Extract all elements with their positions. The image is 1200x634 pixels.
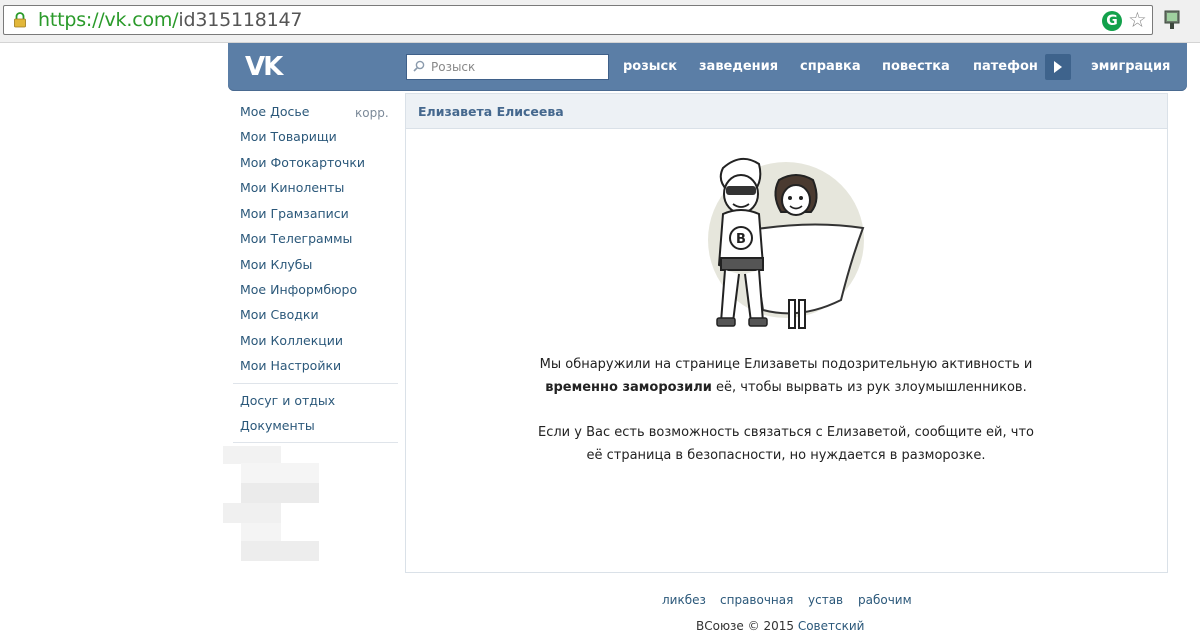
grammarly-extension-icon[interactable]: G	[1102, 11, 1122, 31]
frozen-message-bold: временно заморозили	[545, 379, 712, 395]
bookmark-star-icon[interactable]: ☆	[1128, 9, 1147, 31]
nav-link-music[interactable]: патефон	[973, 59, 1038, 75]
sidebar-item-feedback[interactable]: Мои Сводки	[240, 307, 319, 323]
nav-link-notice[interactable]: повестка	[882, 59, 950, 75]
language-link[interactable]: Советский	[798, 619, 865, 633]
sidebar-divider	[233, 383, 398, 384]
contact-message-line2: её страница в безопасности, но нуждается…	[586, 447, 986, 463]
sidebar-item-bookmarks[interactable]: Мои Коллекции	[240, 333, 343, 349]
nav-link-groups[interactable]: заведения	[699, 59, 778, 75]
sidebar-edit-link[interactable]: корр.	[355, 105, 389, 121]
frozen-message-text-end: её, чтобы вырвать из рук злоумышленников…	[711, 379, 1027, 395]
url-text[interactable]: https://vk.com/id315118147	[38, 9, 303, 31]
sidebar-item-news[interactable]: Мое Информбюро	[240, 282, 357, 298]
sidebar-item-documents[interactable]: Документы	[240, 418, 315, 434]
sidebar-item-profile[interactable]: Мое Досье	[240, 104, 309, 120]
frozen-message-text: Мы обнаружили на странице Елизаветы подо…	[539, 357, 1033, 372]
url-path: id315118147	[178, 9, 303, 31]
sidebar-item-messages[interactable]: Мои Телеграммы	[240, 231, 352, 247]
footer-link-jobs[interactable]: рабочим	[858, 592, 912, 608]
svg-text:B: B	[736, 232, 746, 247]
footer-link-terms[interactable]: устав	[808, 592, 843, 608]
sidebar-item-groups[interactable]: Мои Клубы	[240, 257, 312, 273]
nav-link-search[interactable]: розыск	[623, 59, 677, 75]
copyright-text: ВСоюзе © 2015	[696, 619, 794, 633]
main-panel: Елизавета Елисеева B Мы обнаружили на ст…	[405, 93, 1168, 573]
play-button[interactable]	[1045, 54, 1071, 80]
footer-link-help[interactable]: справочная	[720, 592, 793, 608]
sidebar-item-settings[interactable]: Мои Настройки	[240, 358, 341, 374]
lock-icon	[14, 12, 26, 28]
search-box[interactable]	[406, 54, 609, 80]
copyright: ВСоюзе © 2015 Советский	[696, 618, 864, 634]
frozen-message: Мы обнаружили на странице Елизаветы подо…	[506, 354, 1066, 399]
url-host: https://vk.com/	[38, 9, 179, 31]
vk-logo[interactable]: VK	[245, 54, 283, 80]
play-icon	[1054, 61, 1062, 73]
panel-header: Елизавета Елисеева	[406, 94, 1167, 129]
site-header: VK розыск заведения справка повестка пат…	[228, 43, 1187, 91]
browser-toolbar: https://vk.com/id315118147 G ☆	[0, 0, 1200, 43]
footer-links: ликбез справочная устав рабочим	[0, 592, 1200, 608]
nav-link-help[interactable]: справка	[800, 59, 861, 75]
sidebar-divider	[233, 442, 398, 443]
superhero-illustration: B	[708, 157, 865, 329]
sidebar-item-videos[interactable]: Мои Киноленты	[240, 180, 344, 196]
profile-name: Елизавета Елисеева	[418, 104, 564, 119]
extension-icon[interactable]	[1163, 9, 1183, 31]
nav-link-logout[interactable]: эмиграция	[1091, 59, 1170, 75]
search-input[interactable]	[431, 55, 603, 79]
sidebar-item-audio[interactable]: Мои Грамзаписи	[240, 206, 349, 222]
sidebar-item-apps[interactable]: Досуг и отдых	[240, 393, 335, 409]
contact-message-line1: Если у Вас есть возможность связаться с …	[538, 425, 1034, 440]
search-icon	[413, 60, 425, 72]
footer-link-about[interactable]: ликбез	[662, 592, 706, 608]
contact-message: Если у Вас есть возможность связаться с …	[506, 422, 1066, 467]
address-bar[interactable]: https://vk.com/id315118147 G ☆	[3, 5, 1153, 35]
sidebar-item-photos[interactable]: Мои Фотокарточки	[240, 155, 365, 171]
sidebar-item-friends[interactable]: Мои Товарищи	[240, 129, 337, 145]
